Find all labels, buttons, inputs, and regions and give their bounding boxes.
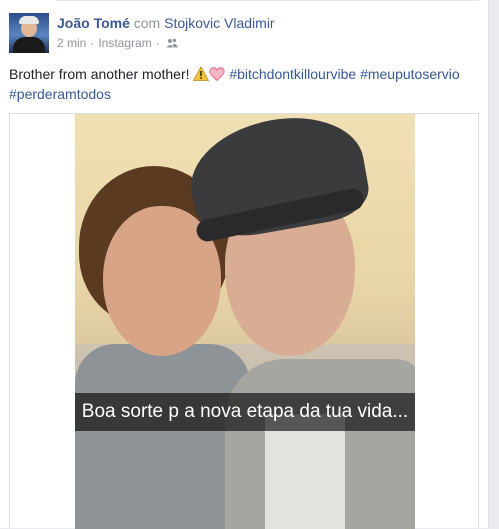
message-text: Brother from another mother!	[9, 66, 190, 82]
avatar-figure-body	[13, 37, 45, 53]
meta-separator: ·	[90, 36, 95, 50]
person-right-shirt	[265, 414, 345, 529]
post-header: João Tomé com Stojkovic Vladimir	[57, 14, 275, 32]
divider	[56, 0, 479, 1]
photo-caption: Boa sorte p a nova etapa da tua vida...	[75, 393, 415, 431]
post-message: Brother from another mother! #bitchdontk…	[9, 64, 479, 104]
avatar-figure-cap	[19, 16, 39, 24]
with-word: com	[133, 15, 161, 31]
person-left-body	[75, 344, 250, 529]
source-link[interactable]: Instagram	[98, 35, 151, 51]
heart-icon	[209, 67, 226, 82]
tagged-user-link[interactable]: Stojkovic Vladimir	[164, 15, 274, 31]
author-name-link[interactable]: João Tomé	[57, 15, 130, 31]
timestamp-link[interactable]: 2 min	[57, 35, 86, 51]
post-meta: 2 min · Instagram ·	[57, 35, 178, 51]
hashtag-link[interactable]: #perderamtodos	[9, 86, 111, 102]
author-avatar[interactable]	[9, 13, 49, 53]
warning-icon	[193, 66, 210, 81]
post-media: Boa sorte p a nova etapa da tua vida...	[9, 113, 479, 529]
meta-separator: ·	[155, 36, 160, 50]
post-photo[interactable]: Boa sorte p a nova etapa da tua vida...	[75, 114, 415, 529]
hashtag-link[interactable]: #meuputoservio	[360, 66, 460, 82]
hashtag-link[interactable]: #bitchdontkillourvibe	[229, 66, 356, 82]
friends-icon[interactable]	[166, 38, 178, 48]
post-card: João Tomé com Stojkovic Vladimir 2 min ·…	[0, 0, 489, 529]
